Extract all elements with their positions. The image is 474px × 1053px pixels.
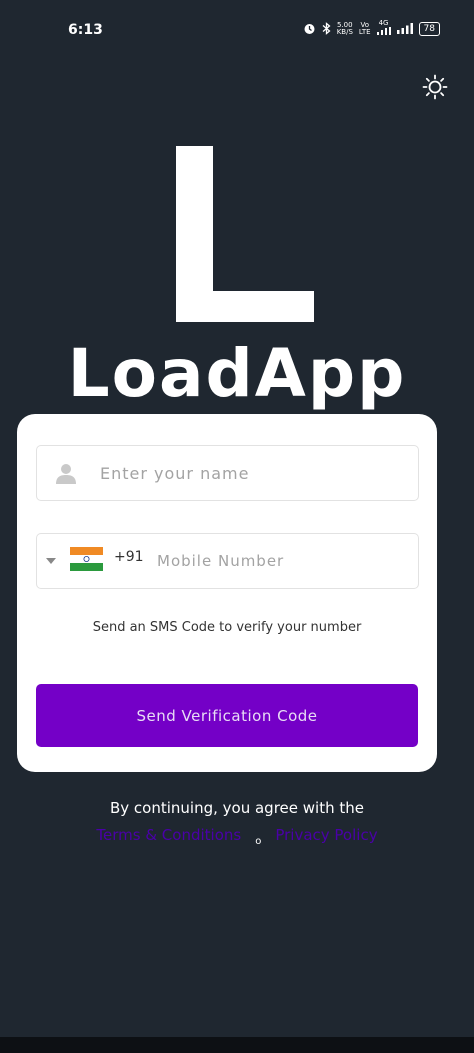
link-separator: o: [255, 836, 262, 847]
brightness-icon[interactable]: [422, 74, 448, 100]
chevron-down-icon[interactable]: [46, 558, 56, 564]
sms-hint-text: Send an SMS Code to verify your number: [92, 620, 362, 635]
app-name: LoadApp: [67, 335, 407, 412]
alarm-icon: [304, 24, 315, 34]
mobile-number-input[interactable]: [157, 534, 407, 588]
volte-indicator: Vo LTE: [358, 21, 371, 36]
speed-unit: KB/S: [336, 27, 353, 36]
network-speed: 5.00 KB/S: [336, 21, 353, 36]
volte-bottom: LTE: [358, 27, 371, 36]
signal-strength-icon: [396, 23, 413, 34]
agreement-text: By continuing, you agree with the: [110, 799, 364, 817]
terms-link[interactable]: Terms & Conditions: [96, 826, 241, 844]
legal-links: Terms & Conditions o Privacy Policy: [0, 826, 474, 847]
status-bar: 6:13 5.00 KB/S Vo LTE 4G 78: [0, 0, 474, 62]
user-icon: [56, 464, 76, 484]
status-time: 6:13: [68, 22, 103, 38]
send-verification-code-button[interactable]: Send Verification Code: [36, 684, 418, 747]
privacy-policy-link[interactable]: Privacy Policy: [275, 826, 377, 844]
navigation-bar: [0, 1037, 474, 1053]
network-type: 4G: [376, 19, 391, 37]
dial-code: +91: [114, 549, 144, 565]
india-flag-icon[interactable]: [70, 547, 103, 571]
network-label: 4G: [378, 19, 389, 27]
battery-icon: 78: [418, 21, 440, 36]
signal-icon: [376, 27, 391, 35]
bluetooth-icon: [322, 22, 331, 35]
name-field[interactable]: [36, 445, 419, 501]
phone-field[interactable]: +91: [36, 533, 419, 589]
name-input[interactable]: [100, 446, 400, 500]
app-logo: [176, 146, 314, 322]
login-card: +91 Send an SMS Code to verify your numb…: [17, 414, 437, 772]
status-icons: 5.00 KB/S Vo LTE 4G 78: [303, 20, 440, 37]
